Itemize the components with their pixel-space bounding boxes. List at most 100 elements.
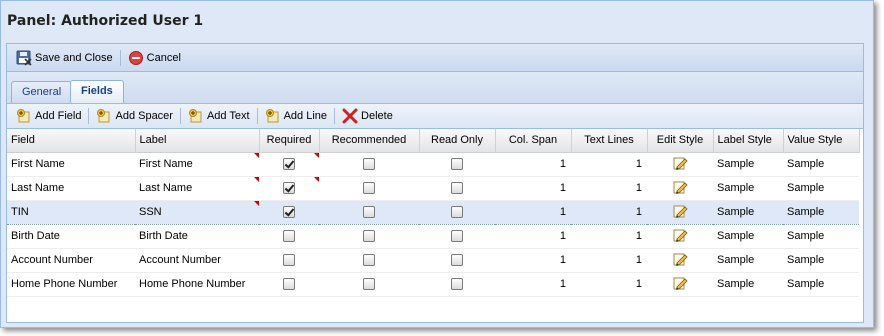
cell-label[interactable]: Account Number xyxy=(135,248,259,273)
recommended-checkbox[interactable] xyxy=(363,278,375,291)
save-and-close-button[interactable]: Save and Close xyxy=(12,47,117,69)
column-header-label-style[interactable]: Label Style xyxy=(713,129,784,153)
recommended-checkbox[interactable] xyxy=(363,254,375,267)
cell-text-lines[interactable]: 1 xyxy=(571,176,647,201)
cell-required[interactable] xyxy=(259,272,319,297)
cell-label-style[interactable]: Sample xyxy=(713,224,783,249)
cell-value-style[interactable]: Sample xyxy=(783,199,859,225)
cell-label[interactable]: Home Phone Number xyxy=(135,272,259,297)
cell-recommended[interactable] xyxy=(319,152,419,177)
cell-text-lines[interactable]: 1 xyxy=(571,199,647,225)
cancel-button[interactable]: Cancel xyxy=(124,47,185,69)
cell-read-only[interactable] xyxy=(419,272,495,297)
cell-edit-style[interactable] xyxy=(647,224,713,249)
tab-fields[interactable]: Fields xyxy=(70,80,124,103)
cell-recommended[interactable] xyxy=(319,176,419,201)
cell-label[interactable]: Last Name xyxy=(135,176,259,201)
cell-edit-style[interactable] xyxy=(647,199,713,225)
tab-general[interactable]: General xyxy=(11,81,73,103)
add-text-button[interactable]: Add Text xyxy=(184,105,254,127)
table-row[interactable]: First Name First Name 1 1 Sample Sample xyxy=(7,152,859,177)
cell-required[interactable] xyxy=(259,152,319,177)
recommended-checkbox[interactable] xyxy=(363,158,375,171)
pencil-icon[interactable] xyxy=(672,227,688,246)
column-header-col-span[interactable]: Col. Span xyxy=(495,129,572,153)
cell-recommended[interactable] xyxy=(319,199,419,225)
cell-label[interactable]: Birth Date xyxy=(135,224,259,249)
cell-edit-style[interactable] xyxy=(647,176,713,201)
read-only-checkbox[interactable] xyxy=(451,254,463,267)
cell-read-only[interactable] xyxy=(419,224,495,249)
cell-col-span[interactable]: 1 xyxy=(495,272,571,297)
add-field-button[interactable]: Add Field xyxy=(12,105,85,127)
table-row[interactable]: Home Phone Number Home Phone Number 1 1 Samp… xyxy=(7,272,859,297)
required-checkbox[interactable] xyxy=(283,278,295,291)
pencil-icon[interactable] xyxy=(672,179,688,198)
delete-button[interactable]: Delete xyxy=(338,105,397,127)
cell-col-span[interactable]: 1 xyxy=(495,248,571,273)
read-only-checkbox[interactable] xyxy=(451,278,463,291)
cell-field[interactable]: TIN xyxy=(7,199,135,225)
cell-required[interactable] xyxy=(259,199,319,225)
cell-text-lines[interactable]: 1 xyxy=(571,248,647,273)
cell-text-lines[interactable]: 1 xyxy=(571,272,647,297)
cell-label-style[interactable]: Sample xyxy=(713,248,783,273)
cell-edit-style[interactable] xyxy=(647,248,713,273)
cell-field[interactable]: Last Name xyxy=(7,176,135,201)
cell-label-style[interactable]: Sample xyxy=(713,272,783,297)
cell-value-style[interactable]: Sample xyxy=(783,248,859,273)
cell-label[interactable]: First Name xyxy=(135,152,259,177)
cell-read-only[interactable] xyxy=(419,199,495,225)
read-only-checkbox[interactable] xyxy=(451,158,463,171)
recommended-checkbox[interactable] xyxy=(363,182,375,195)
column-header-read-only[interactable]: Read Only xyxy=(419,129,496,153)
pencil-icon[interactable] xyxy=(672,203,688,222)
cell-required[interactable] xyxy=(259,248,319,273)
required-checkbox[interactable] xyxy=(283,206,295,219)
cell-value-style[interactable]: Sample xyxy=(783,176,859,201)
cell-field[interactable]: Home Phone Number xyxy=(7,272,135,297)
cell-col-span[interactable]: 1 xyxy=(495,224,571,249)
cell-col-span[interactable]: 1 xyxy=(495,176,571,201)
cell-edit-style[interactable] xyxy=(647,272,713,297)
cell-field[interactable]: Account Number xyxy=(7,248,135,273)
pencil-icon[interactable] xyxy=(672,275,688,294)
read-only-checkbox[interactable] xyxy=(451,206,463,219)
column-header-value-style[interactable]: Value Style xyxy=(783,129,860,153)
cell-read-only[interactable] xyxy=(419,248,495,273)
table-row[interactable]: Last Name Last Name 1 1 Sample Sample xyxy=(7,176,859,201)
read-only-checkbox[interactable] xyxy=(451,230,463,243)
cell-label[interactable]: SSN xyxy=(135,199,259,225)
cell-label-style[interactable]: Sample xyxy=(713,152,783,177)
cell-col-span[interactable]: 1 xyxy=(495,152,571,177)
cell-col-span[interactable]: 1 xyxy=(495,199,571,225)
cell-value-style[interactable]: Sample xyxy=(783,272,859,297)
column-header-field[interactable]: Field xyxy=(7,129,136,153)
add-spacer-button[interactable]: Add Spacer xyxy=(92,105,176,127)
required-checkbox[interactable] xyxy=(283,182,295,195)
table-row[interactable]: Birth Date Birth Date 1 1 Sample Sample xyxy=(7,224,859,249)
cell-required[interactable] xyxy=(259,176,319,201)
required-checkbox[interactable] xyxy=(283,158,295,171)
required-checkbox[interactable] xyxy=(283,254,295,267)
recommended-checkbox[interactable] xyxy=(363,230,375,243)
cell-field[interactable]: Birth Date xyxy=(7,224,135,249)
pencil-icon[interactable] xyxy=(672,155,688,174)
column-header-label[interactable]: Label xyxy=(135,129,260,153)
cell-label-style[interactable]: Sample xyxy=(713,176,783,201)
add-line-button[interactable]: Add Line xyxy=(261,105,331,127)
table-row[interactable]: TIN SSN 1 1 Sample Sample xyxy=(7,199,859,225)
cell-recommended[interactable] xyxy=(319,272,419,297)
cell-read-only[interactable] xyxy=(419,152,495,177)
cell-value-style[interactable]: Sample xyxy=(783,224,859,249)
recommended-checkbox[interactable] xyxy=(363,206,375,219)
read-only-checkbox[interactable] xyxy=(451,182,463,195)
column-header-required[interactable]: Required xyxy=(259,129,320,153)
cell-text-lines[interactable]: 1 xyxy=(571,152,647,177)
column-header-recommended[interactable]: Recommended xyxy=(319,129,420,153)
cell-label-style[interactable]: Sample xyxy=(713,199,783,225)
cell-value-style[interactable]: Sample xyxy=(783,152,859,177)
cell-text-lines[interactable]: 1 xyxy=(571,224,647,249)
cell-recommended[interactable] xyxy=(319,224,419,249)
table-row[interactable]: Account Number Account Number 1 1 Sample Samp… xyxy=(7,248,859,273)
